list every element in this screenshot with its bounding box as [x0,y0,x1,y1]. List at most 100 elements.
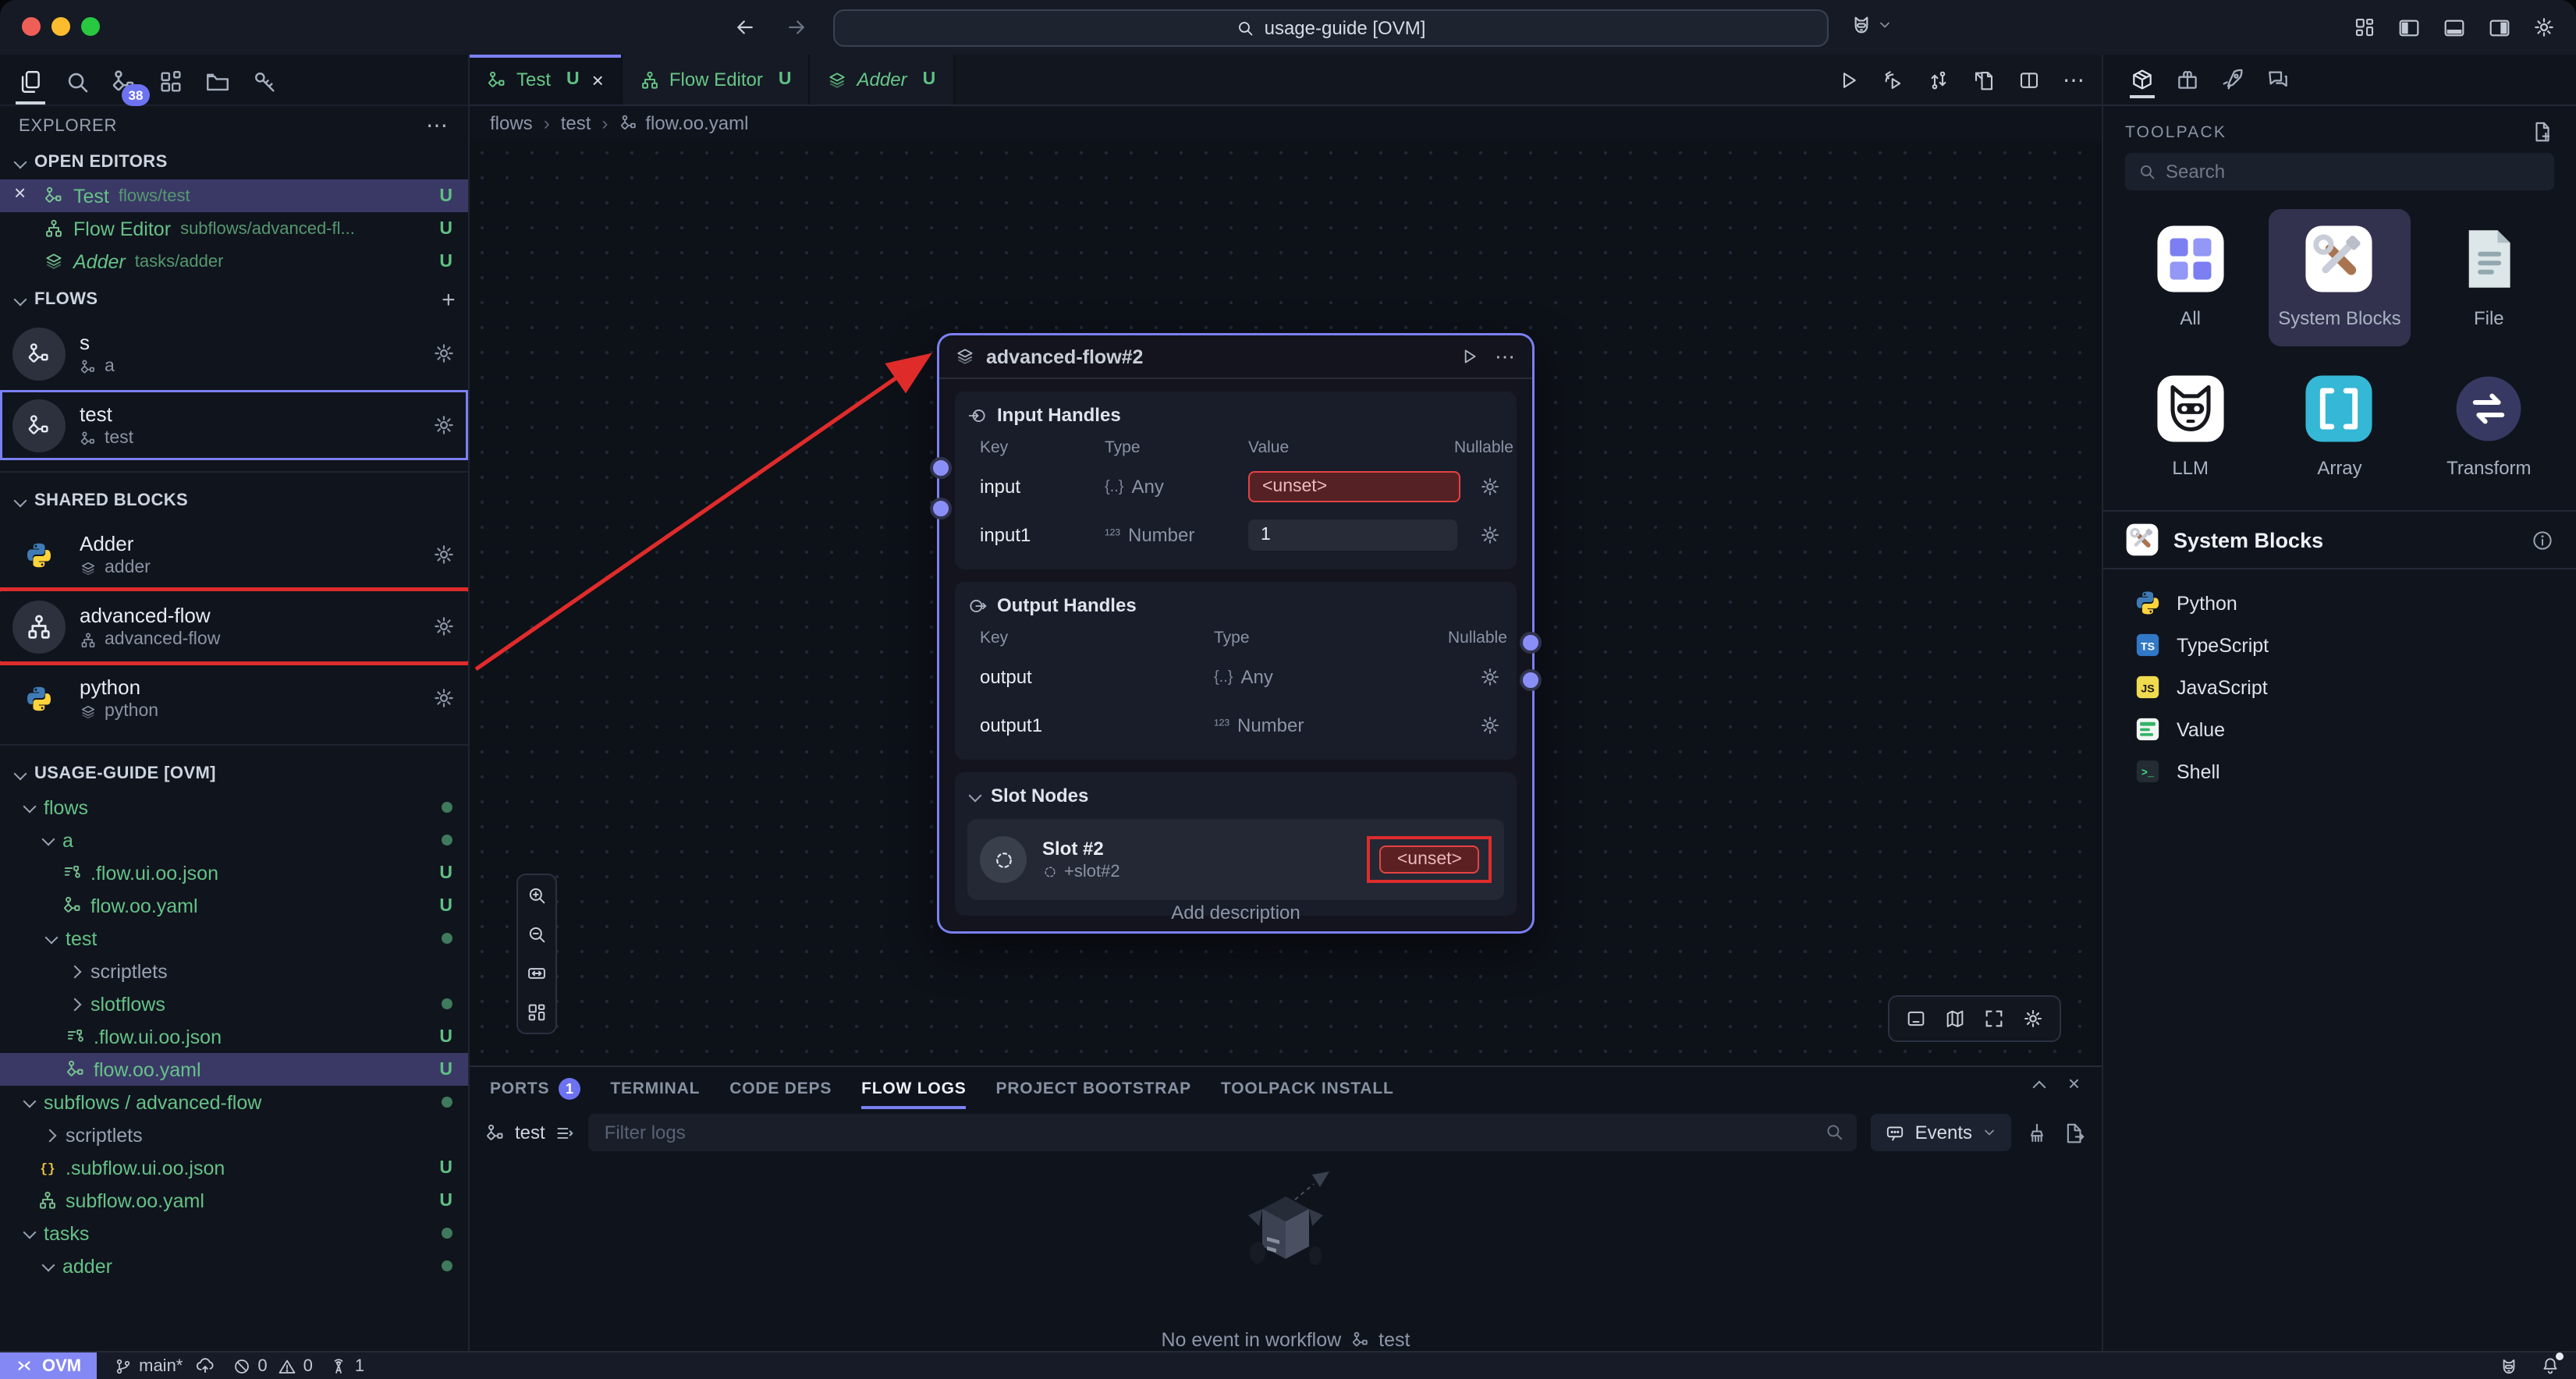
fit-view-icon[interactable] [526,962,548,984]
maximize-panel-icon[interactable] [2032,1076,2046,1092]
gear-icon[interactable] [432,686,456,710]
tree-item[interactable]: flows [0,791,468,824]
system-block-item[interactable]: Shell [2103,750,2576,792]
system-block-item[interactable]: JavaScript [2103,666,2576,708]
minimap-icon[interactable] [1944,1008,1966,1030]
info-icon[interactable] [2531,528,2554,551]
gear-icon[interactable] [432,543,456,566]
breadcrumb-file[interactable]: flow.oo.yaml [619,112,748,133]
flow-selector[interactable]: test [485,1122,575,1143]
tree-item[interactable]: a [0,824,468,856]
tree-item[interactable]: scriptlets [0,1118,468,1151]
tree-item[interactable]: flow.oo.yaml U [0,889,468,922]
panel-tab[interactable]: TOOLPACK INSTALL [1221,1067,1394,1109]
close-window-button[interactable] [22,17,41,36]
panel-tab[interactable]: PROJECT BOOTSTRAP [996,1067,1191,1109]
explorer-more-icon[interactable]: ⋯ [426,112,449,139]
toolpack-tile[interactable]: Transform [2418,358,2560,495]
toggle-sidebar-icon[interactable] [2397,15,2422,40]
slot-node-card[interactable]: Slot #2 +slot#2 <unset> [967,819,1504,900]
assistant-cat-icon[interactable] [2498,1355,2520,1377]
toolpack-tile[interactable]: File [2418,209,2560,346]
open-editor-item[interactable]: × Test flows/test U [0,179,468,212]
output-handle-port[interactable] [1520,669,1542,691]
editor-tab[interactable]: Adder U [811,55,955,105]
close-icon[interactable]: × [592,68,604,91]
tree-item[interactable]: flow.oo.yaml U [0,1053,468,1086]
flows-header[interactable]: FLOWS + [0,282,468,317]
panel-tab[interactable]: FLOW LOGS [861,1067,966,1109]
value-field[interactable]: <unset> [1248,471,1460,502]
filter-logs-input[interactable] [589,1114,1857,1151]
toolpack-tile[interactable]: LLM [2119,358,2262,495]
toolpack-tile[interactable]: All [2119,209,2262,346]
customize-layout-icon[interactable] [2353,16,2376,39]
feedback-chat-icon[interactable] [2266,55,2290,105]
value-field[interactable]: 1 [1248,519,1457,551]
close-icon[interactable]: × [14,181,26,204]
input-handle-port[interactable] [930,457,952,479]
split-editor-icon[interactable] [2017,68,2041,91]
add-flow-icon[interactable]: + [442,286,456,313]
run-node-icon[interactable] [1459,346,1479,367]
slot-unset-badge[interactable]: <unset> [1380,845,1479,874]
canvas-settings-icon[interactable] [2022,1008,2044,1030]
shared-block-card[interactable]: python python [0,663,468,733]
notifications-bell-icon[interactable] [2540,1356,2560,1376]
gift-icon[interactable] [2175,55,2200,105]
output-handle-port[interactable] [1520,632,1542,654]
panel-tab[interactable]: CODE DEPS [729,1067,832,1109]
tree-item[interactable]: adder [0,1250,468,1282]
tree-item[interactable]: .flow.ui.oo.json U [0,1020,468,1053]
folder-icon[interactable] [201,61,234,101]
toolpack-tile[interactable]: Array [2268,358,2411,495]
more-actions-icon[interactable]: ⋯ [2063,66,2086,93]
auto-layout-icon[interactable] [526,1001,548,1023]
tree-item[interactable]: .subflow.ui.oo.json U [0,1151,468,1184]
close-panel-icon[interactable]: × [2068,1076,2080,1092]
breadcrumb-flows[interactable]: flows [490,112,533,133]
toolpack-tab-icon[interactable] [2130,55,2155,105]
gear-icon[interactable] [1479,666,1504,688]
fullscreen-icon[interactable] [1983,1008,2005,1030]
explorer-files-icon[interactable] [14,61,47,101]
settings-gear-icon[interactable] [2532,16,2556,39]
back-icon[interactable] [733,16,757,39]
tree-item[interactable]: tasks [0,1217,468,1250]
extensions-icon[interactable] [154,61,187,101]
breadcrumb-test[interactable]: test [561,112,591,133]
toggle-secondary-sidebar-icon[interactable] [2487,15,2512,40]
export-icon[interactable] [1972,68,1996,91]
tree-item[interactable]: scriptlets [0,955,468,987]
shared-block-card[interactable]: advanced-flow advanced-flow [0,591,468,661]
gear-icon[interactable] [432,342,456,365]
flow-canvas[interactable]: advanced-flow#2 ⋯ Input Handles Key Type [470,140,2102,1067]
maximize-window-button[interactable] [81,17,100,36]
toolpack-tile[interactable]: System Blocks [2268,209,2411,346]
open-editor-item[interactable]: Adder tasks/adder U [0,245,468,278]
events-dropdown[interactable]: Events [1872,1114,2011,1151]
input-handle-port[interactable] [930,498,952,519]
tree-item[interactable]: subflows / advanced-flow [0,1086,468,1118]
shared-block-card[interactable]: Adder adder [0,519,468,590]
command-center-search[interactable]: usage-guide [OVM] [833,9,1829,47]
flow-node-advanced-flow[interactable]: advanced-flow#2 ⋯ Input Handles Key Type [939,335,1532,931]
forward-icon[interactable] [785,16,808,39]
forwarded-ports-status[interactable]: 1 [330,1356,364,1375]
filter-logs-field[interactable] [589,1114,1857,1151]
gear-icon[interactable] [432,413,456,437]
remote-indicator[interactable]: OVM [0,1352,97,1379]
chevron-down-icon[interactable] [967,789,981,803]
gear-icon[interactable] [1479,714,1504,736]
shared-blocks-header[interactable]: SHARED BLOCKS [0,484,468,518]
panel-tab[interactable]: PORTS 1 [490,1067,580,1109]
toolpack-search-field[interactable] [2125,153,2554,190]
project-section-header[interactable]: USAGE-GUIDE [OVM] [0,757,468,791]
editor-tab[interactable]: Flow Editor U [623,55,811,105]
add-description-button[interactable]: Add description [939,902,1532,923]
editor-tab[interactable]: Test U × [470,55,623,105]
gear-icon[interactable] [1479,476,1504,498]
export-logs-icon[interactable] [2063,1121,2086,1144]
node-more-icon[interactable]: ⋯ [1495,344,1517,369]
gear-icon[interactable] [1479,524,1504,546]
